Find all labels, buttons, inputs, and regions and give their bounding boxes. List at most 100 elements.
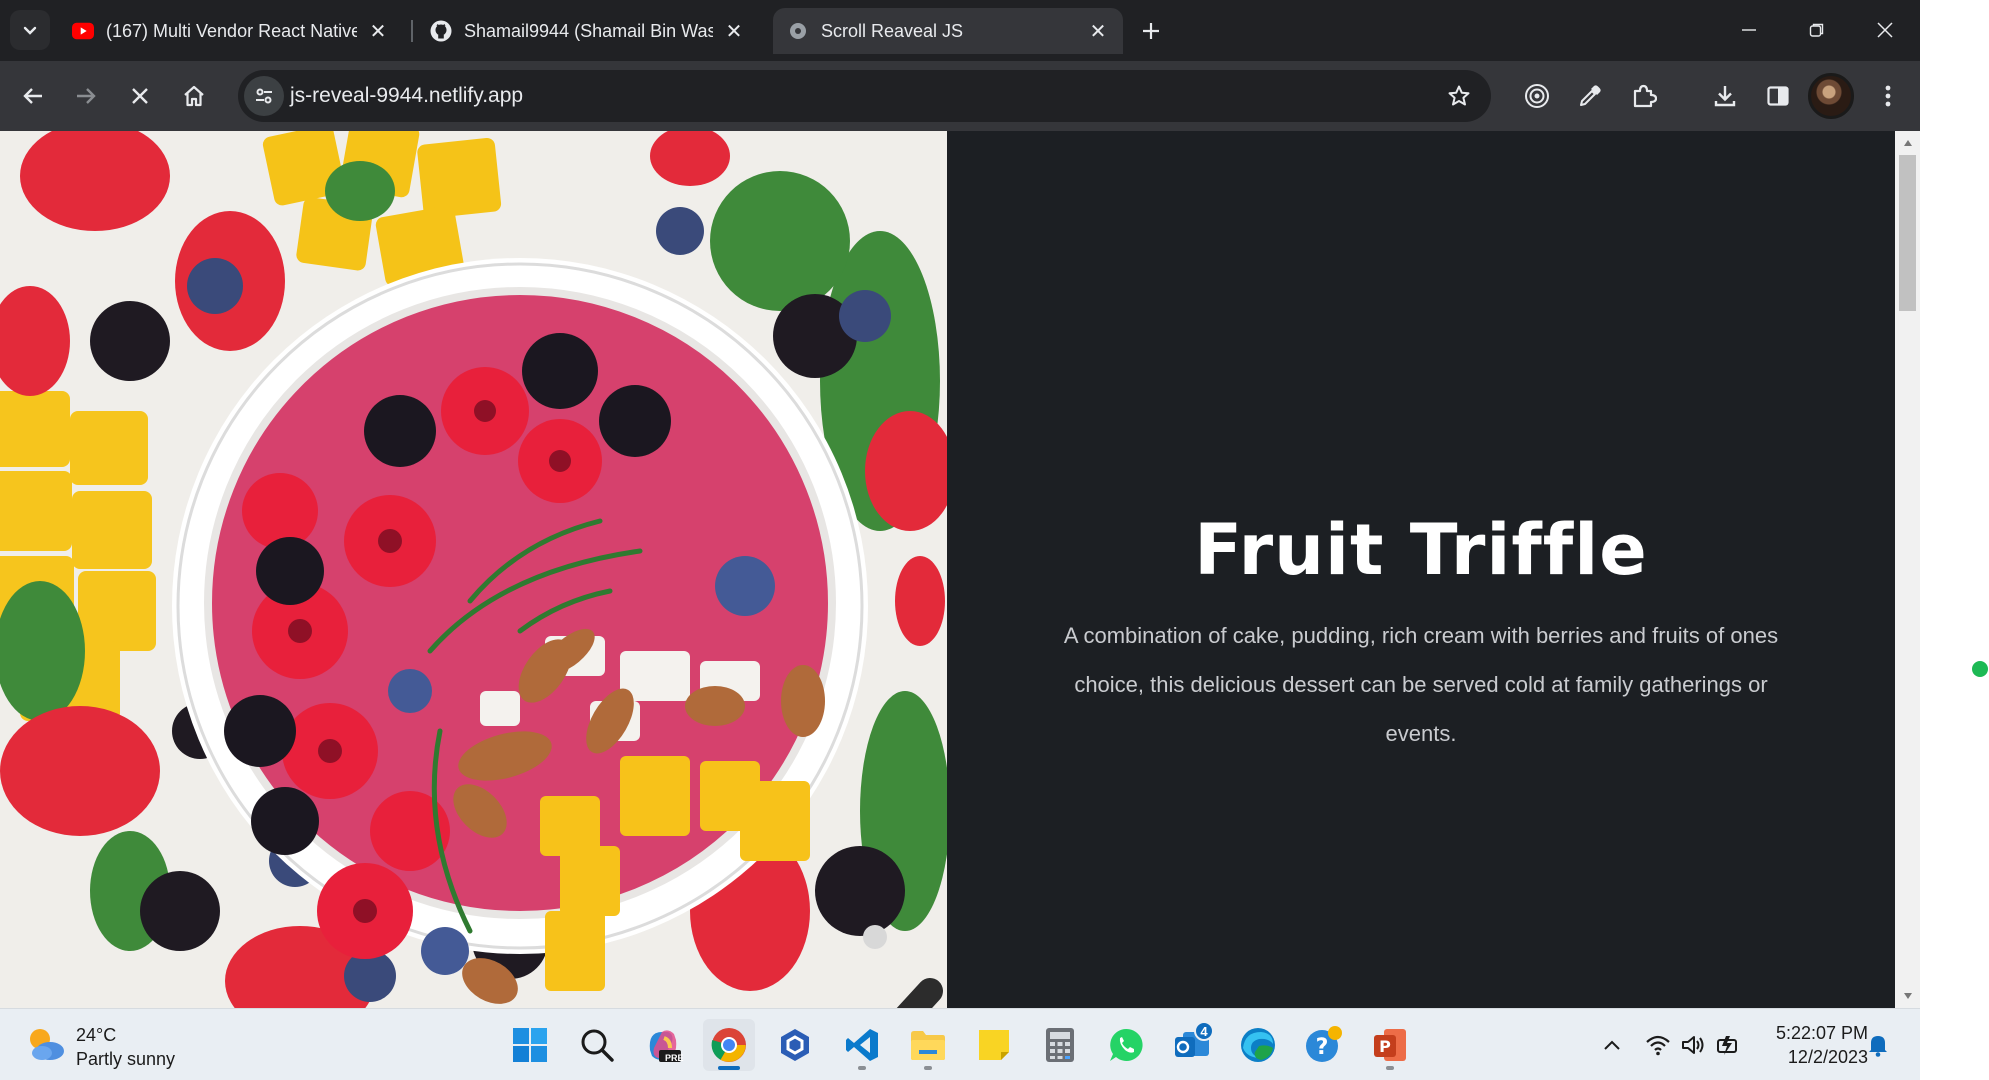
volume-button[interactable] [1676,1027,1712,1063]
minimize-button[interactable] [1716,0,1782,60]
bell-icon [1869,1036,1887,1057]
youtube-icon [72,20,94,42]
arrow-left-icon [23,88,42,104]
scroll-down-button[interactable] [1895,984,1920,1008]
chevron-up-icon [1604,1040,1620,1050]
back-button[interactable] [12,75,54,117]
site-info-button[interactable] [244,76,284,116]
tab-title: (167) Multi Vendor React Native [106,20,357,41]
downloads-button[interactable] [1704,75,1746,117]
powerpoint-app[interactable]: P [1364,1019,1416,1071]
github-icon [430,20,452,42]
page-viewport: Fruit Triffle A combination of cake, pud… [0,131,1920,1008]
restore-button[interactable] [1784,0,1850,60]
wifi-icon [1646,1035,1670,1056]
show-hidden-icons-button[interactable] [1594,1027,1630,1063]
star-icon [1448,85,1470,106]
netlify-icon [787,20,809,42]
start-button[interactable] [504,1019,556,1071]
hexagon-icon [781,1029,809,1061]
stop-loading-button[interactable] [119,75,161,117]
side-panel-icon [1767,86,1789,106]
copilot-preview-label: PRE [665,1053,684,1063]
restore-icon [1809,23,1824,37]
calculator-app[interactable] [1034,1019,1086,1071]
vscode-app[interactable] [836,1019,888,1071]
scroll-up-button[interactable] [1895,131,1920,155]
volume-icon [1682,1036,1704,1054]
notifications-button[interactable] [1860,1027,1896,1063]
close-icon[interactable]: ✕ [367,20,389,43]
clock-date: 12/2/2023 [1787,1047,1868,1067]
edge-icon [1241,1028,1275,1062]
target-icon [1525,84,1549,108]
chrome-app[interactable] [703,1019,755,1071]
download-icon [1714,86,1736,107]
hero-title: Fruit Triffle [1194,509,1648,591]
outlook-app[interactable]: 4 [1166,1019,1218,1071]
sticky-notes-icon [979,1030,1009,1060]
file-explorer-app[interactable] [902,1019,954,1071]
copilot-app[interactable]: PRE [637,1019,689,1071]
extensions-button[interactable] [1623,75,1665,117]
extension-picker-button[interactable] [1569,75,1611,117]
tab-youtube[interactable]: (167) Multi Vendor React Native ✕ [58,8,403,54]
tab-title: Scroll Reaveal JS [821,20,964,41]
running-indicator [1386,1066,1394,1070]
home-button[interactable] [173,75,215,117]
hero-text-panel: Fruit Triffle A combination of cake, pud… [947,131,1895,1008]
home-icon [184,85,204,107]
side-panel-button[interactable] [1757,75,1799,117]
sticky-notes-app[interactable] [968,1019,1020,1071]
hexagon-app[interactable] [769,1019,821,1071]
search-button[interactable] [571,1019,623,1071]
edge-app[interactable] [1232,1019,1284,1071]
search-icon [581,1029,614,1062]
chrome-icon [711,1028,746,1062]
weather-description: Partly sunny [76,1049,176,1069]
weather-temperature: 24°C [76,1025,117,1045]
active-indicator [718,1066,740,1070]
triangle-up-icon [1903,140,1912,146]
system-clock[interactable]: 5:22:07 PM 12/2/2023 [1748,1021,1868,1069]
arrow-right-icon [77,88,96,104]
close-icon[interactable]: ✕ [1087,20,1109,43]
tab-github[interactable]: Shamail9944 (Shamail Bin Wasif ✕ [416,8,759,54]
whatsapp-icon [1110,1028,1143,1061]
windows-icon [513,1028,547,1062]
address-bar[interactable]: js-reveal-9944.netlify.app [238,70,1491,122]
battery-button[interactable] [1712,1027,1748,1063]
extension-target-button[interactable] [1516,75,1558,117]
profile-avatar[interactable] [1808,73,1854,119]
minimize-icon [1742,29,1756,31]
menu-button[interactable] [1867,75,1909,117]
wifi-button[interactable] [1640,1027,1676,1063]
new-tab-button[interactable] [1132,12,1170,50]
notification-badge: 4 [1194,1021,1214,1041]
tab-scroll-reveal[interactable]: Scroll Reaveal JS ✕ [773,8,1123,54]
close-window-button[interactable] [1852,0,1918,60]
screen: (167) Multi Vendor React Native ✕ Shamai… [0,0,1989,1080]
status-dot [1972,661,1988,677]
hero-description: A combination of cake, pudding, rich cre… [1063,623,1779,746]
tab-title: Shamail9944 (Shamail Bin Wasif [464,20,713,41]
vscode-icon [846,1029,878,1061]
page-scrollbar[interactable] [1895,131,1920,1008]
weather-widget[interactable]: 24°C Partly sunny [22,1017,222,1073]
fruit-bowl-photo [0,131,947,1008]
forward-button[interactable] [65,75,107,117]
bookmark-button[interactable] [1441,78,1477,114]
scroll-thumb[interactable] [1899,155,1916,311]
svg-text:?: ? [1316,1035,1329,1060]
tab-search-button[interactable] [10,10,50,50]
tab-strip: (167) Multi Vendor React Native ✕ Shamai… [0,0,1920,61]
close-icon[interactable]: ✕ [723,20,745,43]
calculator-icon [1046,1028,1074,1062]
browser-window: (167) Multi Vendor React Native ✕ Shamai… [0,0,1920,1008]
chevron-down-icon [23,26,37,35]
tune-icon [256,88,272,104]
tips-app[interactable]: ? [1298,1019,1350,1071]
svg-text:P: P [1379,1037,1391,1056]
eyedropper-icon [1580,85,1601,106]
whatsapp-app[interactable] [1100,1019,1152,1071]
